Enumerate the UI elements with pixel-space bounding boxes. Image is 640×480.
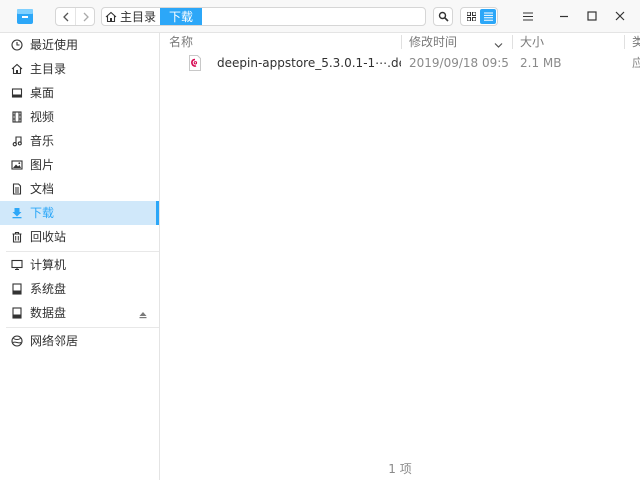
sidebar-item-label: 计算机 [30, 258, 67, 272]
document-icon [10, 182, 24, 196]
sidebar-item-home[interactable]: 主目录 [0, 57, 159, 81]
chevron-right-icon [83, 12, 89, 21]
search-icon [438, 11, 449, 22]
sidebar-item-downloads[interactable]: 下载 [0, 201, 159, 225]
picture-icon [10, 158, 24, 172]
column-size[interactable]: 大小 [520, 33, 544, 51]
maximize-icon [587, 11, 597, 21]
sidebar-item-recent[interactable]: 最近使用 [0, 33, 159, 57]
sidebar-item-pictures[interactable]: 图片 [0, 153, 159, 177]
sidebar-item-label: 数据盘 [30, 306, 67, 320]
close-icon [615, 11, 625, 21]
hamburger-icon [523, 11, 533, 21]
file-view[interactable]: 名称 修改时间 大小 类 deepin-appstore_5.3.0.1-1⋯.… [160, 33, 640, 480]
table-row[interactable]: deepin-appstore_5.3.0.1-1⋯.deb 2019/09/1… [160, 52, 640, 74]
sidebar-item-label: 桌面 [30, 86, 55, 100]
sidebar-item-label: 系统盘 [30, 282, 67, 296]
sidebar-divider [6, 327, 159, 328]
column-divider[interactable] [512, 35, 513, 49]
history-navigation [55, 7, 95, 26]
sidebar-item-label: 音乐 [30, 134, 55, 148]
file-type: 应 [632, 56, 640, 70]
sidebar-item-network[interactable]: 网络邻居 [0, 329, 159, 353]
list-view-button[interactable] [480, 9, 496, 24]
sidebar-item-desktop[interactable]: 桌面 [0, 81, 159, 105]
forward-button[interactable] [76, 8, 95, 25]
search-button[interactable] [433, 7, 453, 26]
network-icon [10, 334, 24, 348]
sidebar-item-system-disk[interactable]: 系统盘 [0, 277, 159, 301]
close-button[interactable] [609, 6, 631, 26]
sidebar-item-label: 视频 [30, 110, 55, 124]
sidebar: 最近使用 主目录 桌面 视频 音乐 图片 文档 下载 回收站 计算机 系统盘 数… [0, 33, 160, 480]
trash-icon [10, 230, 24, 244]
download-icon [10, 206, 24, 220]
title-bar: 主目录 下载 [0, 0, 640, 33]
home-icon [105, 11, 117, 22]
sidebar-item-label: 下载 [30, 206, 55, 220]
sidebar-item-computer[interactable]: 计算机 [0, 253, 159, 277]
column-divider[interactable] [401, 35, 402, 49]
sidebar-item-label: 图片 [30, 158, 55, 172]
chevron-left-icon [62, 12, 68, 21]
back-button[interactable] [56, 8, 76, 25]
breadcrumb-home[interactable]: 主目录 [105, 8, 156, 25]
item-count: 1 项 [388, 462, 412, 476]
disk-icon [10, 282, 24, 296]
sidebar-item-trash[interactable]: 回收站 [0, 225, 159, 249]
sidebar-item-label: 最近使用 [30, 38, 79, 52]
minimize-button[interactable] [553, 6, 575, 26]
icon-view-button[interactable] [463, 9, 479, 24]
column-type[interactable]: 类 [632, 33, 640, 51]
clock-icon [10, 38, 24, 52]
sidebar-item-data-disk[interactable]: 数据盘 [0, 301, 159, 325]
column-modified[interactable]: 修改时间 [409, 33, 457, 51]
file-modified: 2019/09/18 09:5⋯ [409, 56, 509, 70]
status-bar: 1 项 [160, 460, 640, 478]
sidebar-item-label: 文档 [30, 182, 55, 196]
column-header: 名称 修改时间 大小 类 [160, 33, 640, 51]
view-mode-switch [460, 7, 498, 26]
breadcrumb[interactable]: 主目录 下载 [101, 7, 426, 26]
menu-button[interactable] [517, 6, 539, 26]
sidebar-item-label: 回收站 [30, 230, 67, 244]
film-icon [10, 110, 24, 124]
eject-icon[interactable] [139, 308, 147, 322]
sidebar-item-label: 网络邻居 [30, 334, 79, 348]
breadcrumb-current[interactable]: 下载 [160, 8, 202, 25]
minimize-icon [560, 15, 568, 18]
desktop-icon [10, 86, 24, 100]
computer-icon [10, 258, 24, 272]
disk-icon [10, 306, 24, 320]
music-icon [10, 134, 24, 148]
grid-icon [466, 12, 476, 21]
deb-package-icon [187, 55, 203, 74]
file-size: 2.1 MB [520, 56, 562, 70]
column-name[interactable]: 名称 [169, 33, 193, 51]
file-name[interactable]: deepin-appstore_5.3.0.1-1⋯.deb [217, 55, 401, 71]
file-manager-app-icon [15, 6, 35, 26]
maximize-button[interactable] [581, 6, 603, 26]
sidebar-item-videos[interactable]: 视频 [0, 105, 159, 129]
sidebar-item-music[interactable]: 音乐 [0, 129, 159, 153]
sidebar-item-label: 主目录 [30, 62, 67, 76]
sidebar-divider [6, 251, 159, 252]
breadcrumb-home-label: 主目录 [120, 10, 157, 24]
list-icon [483, 12, 493, 21]
column-divider[interactable] [624, 35, 625, 49]
sidebar-item-documents[interactable]: 文档 [0, 177, 159, 201]
home-icon [10, 62, 24, 76]
sort-chevron-down-icon[interactable] [494, 38, 503, 52]
